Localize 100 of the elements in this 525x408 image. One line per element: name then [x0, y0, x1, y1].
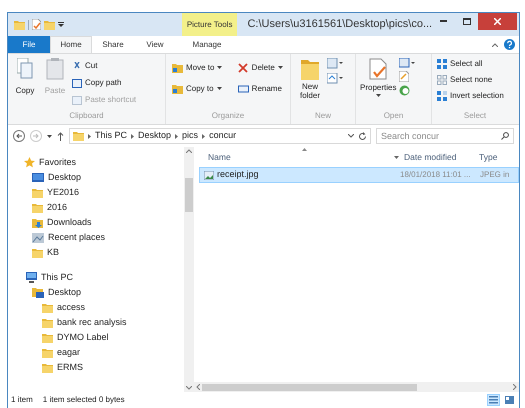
properties-icon[interactable]	[32, 19, 41, 30]
scroll-up-icon	[186, 149, 192, 153]
edit-icon[interactable]	[399, 71, 410, 82]
downloads-icon	[32, 218, 43, 228]
copy-path-button[interactable]: Copy path	[72, 76, 136, 90]
scrollbar-thumb[interactable]	[202, 384, 417, 390]
address-bar[interactable]: This PC Desktop pics concur	[69, 128, 371, 144]
ribbon-tab[interactable]: Share	[92, 36, 134, 53]
folder-icon	[42, 302, 53, 312]
paste-shortcut-icon	[72, 96, 82, 104]
select-all-button[interactable]: Select all	[437, 57, 518, 70]
easy-access-icon[interactable]	[327, 73, 343, 84]
caret-icon	[376, 94, 381, 97]
folder-icon	[32, 248, 43, 258]
details-view-button[interactable]	[487, 394, 500, 406]
group-label: Organize	[210, 110, 246, 122]
scissors-icon	[72, 62, 82, 70]
vertical-scrollbar[interactable]	[184, 147, 194, 392]
breadcrumb[interactable]: Desktop	[138, 129, 172, 143]
nav-item[interactable]: YE2016	[8, 185, 184, 200]
folder-icon	[14, 20, 25, 30]
collapse-ribbon-icon[interactable]	[492, 43, 498, 47]
nav-item[interactable]: 2016	[8, 200, 184, 215]
nav-item[interactable]: DYMO Label	[8, 330, 184, 345]
ribbon-tab[interactable]: View	[134, 36, 176, 53]
folder-icon	[42, 362, 53, 372]
ribbon-tab[interactable]: Manage	[186, 36, 228, 53]
nav-item[interactable]: access	[8, 300, 184, 315]
nav-item[interactable]: Desktop	[8, 170, 184, 185]
close-icon	[494, 18, 502, 25]
history-icon[interactable]	[399, 85, 410, 96]
invert-selection-button[interactable]: Invert selection	[437, 89, 518, 102]
copy-to-button[interactable]: Copy to	[172, 82, 230, 95]
select-none-button[interactable]: Select none	[437, 73, 518, 86]
forward-arrow-icon	[33, 133, 39, 139]
nav-item[interactable]: KB	[8, 245, 184, 260]
folder-icon	[42, 348, 53, 358]
caret-icon	[278, 66, 283, 69]
copy-to-icon	[172, 84, 183, 94]
help-icon[interactable]	[504, 39, 515, 50]
back-arrow-icon	[16, 133, 22, 139]
desktop-icon	[32, 172, 44, 182]
nav-item[interactable]: Recent places	[8, 230, 184, 245]
star-icon	[24, 157, 35, 168]
copy-icon	[17, 58, 33, 80]
clipboard-icon	[46, 58, 64, 80]
properties-icon	[369, 58, 388, 80]
back-button[interactable]	[13, 130, 25, 142]
up-arrow-icon[interactable]	[57, 132, 64, 140]
copy-button[interactable]: Copy	[12, 58, 38, 97]
column-header[interactable]: Name	[194, 150, 394, 164]
large-icons-view-button[interactable]	[503, 394, 516, 406]
status-text: 1 item	[11, 394, 33, 406]
nav-item[interactable]: Favorites	[8, 155, 184, 170]
new-folder-button[interactable]: New folder	[297, 58, 323, 110]
folder-icon	[32, 188, 43, 198]
column-header[interactable]: Date modified	[404, 150, 479, 164]
caret-icon	[47, 134, 52, 138]
folder-icon	[301, 58, 319, 80]
group-label: New	[314, 110, 332, 122]
nav-item[interactable]: This PC	[8, 270, 184, 285]
breadcrumb[interactable]: concur	[209, 129, 236, 143]
move-to-button[interactable]: Move to	[172, 61, 230, 74]
large-icons-icon	[505, 396, 514, 404]
search-icon	[501, 132, 509, 140]
rename-icon	[238, 84, 249, 94]
properties-button[interactable]: Properties	[360, 58, 396, 110]
copy-path-icon	[72, 78, 82, 88]
nav-item[interactable]: bank rec analysis	[8, 315, 184, 330]
file-row[interactable]: receipt.jpg 18/01/2018 11:01 ... JPEG in	[199, 167, 519, 183]
refresh-icon[interactable]	[358, 132, 367, 140]
breadcrumb[interactable]: pics	[182, 129, 198, 143]
ribbon-tab[interactable]: Home	[50, 36, 92, 53]
nav-item[interactable]: ERMS	[8, 360, 184, 375]
minimize-icon	[440, 20, 448, 22]
scrollbar-thumb[interactable]	[185, 178, 193, 212]
folder-icon	[32, 202, 43, 212]
delete-button[interactable]: Delete	[238, 61, 290, 74]
folder-icon	[42, 332, 53, 342]
image-file-icon	[204, 170, 214, 180]
breadcrumb[interactable]: This PC	[95, 129, 128, 143]
dropdown-icon[interactable]	[58, 22, 64, 28]
group-label: Clipboard	[68, 110, 105, 122]
rename-button[interactable]: Rename	[238, 82, 290, 95]
invert-selection-icon	[437, 90, 447, 100]
caret-icon	[217, 66, 222, 69]
column-header[interactable]: Type	[479, 150, 498, 164]
nav-item[interactable]: Downloads	[8, 215, 184, 230]
sort-arrow-icon	[302, 148, 307, 151]
horizontal-scrollbar[interactable]	[194, 382, 519, 392]
close-button[interactable]	[478, 13, 517, 30]
cut-button[interactable]: Cut	[72, 59, 136, 73]
nav-item[interactable]: eagar	[8, 345, 184, 360]
new-item-icon[interactable]	[327, 58, 343, 69]
group-label: Select	[462, 110, 488, 122]
status-text: 1 item selected 0 bytes	[42, 394, 125, 406]
open-icon[interactable]	[399, 58, 416, 68]
search-field[interactable]: Search concur	[376, 128, 514, 144]
ribbon-tab[interactable]: File	[8, 36, 50, 53]
nav-item[interactable]: Desktop	[8, 285, 184, 300]
